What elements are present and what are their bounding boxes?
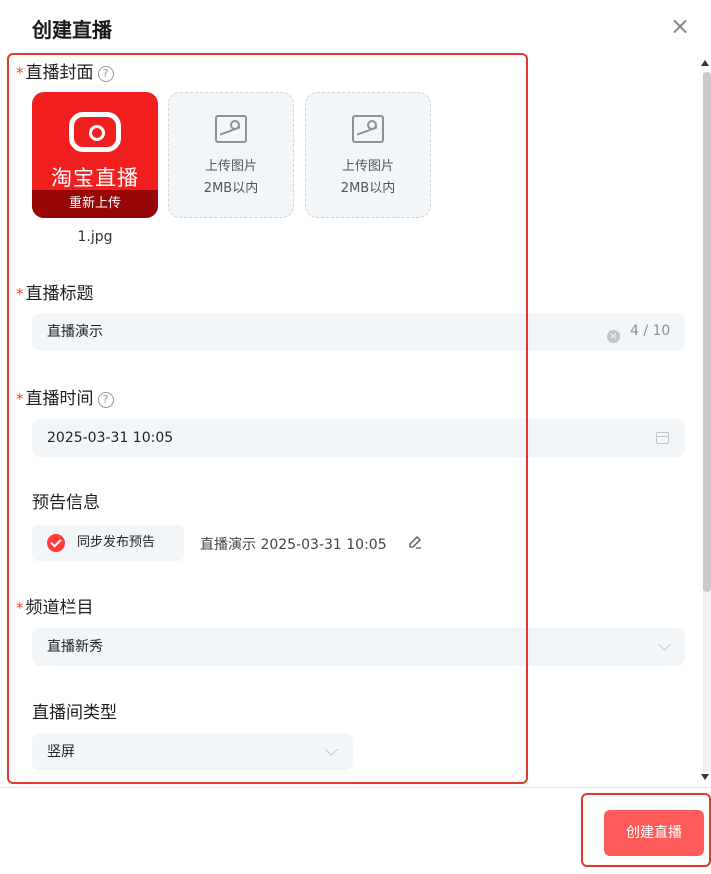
live-title-input[interactable]: 直播演示 [32,313,685,351]
cover-label-row: * 直播封面? [16,58,114,83]
preview-label: 预告信息 [32,493,100,513]
required-asterisk: * [16,64,24,82]
checkbox-checked-icon [47,534,65,552]
upload-slot-limit: 2MB以内 [340,181,396,196]
channel-label-row: * 频道栏目 [16,593,94,618]
live-time-label: 直播时间 [25,389,94,409]
upload-slot-2[interactable]: 上传图片 2MB以内 [305,92,431,218]
image-icon [215,115,247,143]
room-type-value: 竖屏 [47,744,75,760]
channel-label: 频道栏目 [25,598,94,618]
sync-preview-checkbox[interactable]: 同步发布预告 [32,525,184,561]
required-asterisk: * [16,599,24,617]
live-time-picker[interactable]: 2025-03-31 10:05 [32,419,685,457]
cover-image-text: 淘宝直播 [51,166,139,190]
calendar-icon[interactable] [656,432,669,444]
reupload-button[interactable]: 重新上传 [32,190,158,218]
help-icon[interactable]: ? [97,66,114,82]
scroll-up-arrow-icon[interactable] [701,60,709,66]
scroll-down-arrow-icon[interactable] [701,774,709,780]
cover-image[interactable]: 淘宝直播 重新上传 [32,92,158,218]
required-asterisk: * [16,285,24,303]
clear-icon[interactable]: × [607,325,620,344]
live-title-label-row: * 直播标题 [16,279,94,304]
channel-value: 直播新秀 [47,639,103,655]
room-type-label: 直播间类型 [32,703,117,723]
sync-preview-label: 同步发布预告 [77,535,156,550]
help-icon[interactable]: ? [97,392,114,408]
edit-pencil-icon[interactable] [408,535,422,549]
image-icon [352,115,384,143]
upload-slot-label: 上传图片 [204,159,257,174]
title-char-counter: 4 / 10 [630,323,671,339]
create-live-button[interactable]: 创建直播 [604,810,704,856]
close-icon[interactable]: × [668,14,692,38]
cover-filename: 1.jpg [77,229,113,245]
cover-label: 直播封面 [25,63,94,83]
room-type-select[interactable]: 竖屏 [32,733,353,771]
upload-slot-1[interactable]: 上传图片 2MB以内 [168,92,294,218]
live-time-value: 2025-03-31 10:05 [47,430,174,446]
dialog-title: 创建直播 [32,18,112,42]
upload-slot-limit: 2MB以内 [203,181,259,196]
footer-divider [0,787,711,788]
live-title-value: 直播演示 [47,324,103,340]
taobao-live-logo-icon [69,112,121,152]
required-asterisk: * [16,390,24,408]
scrollbar-thumb[interactable] [703,72,711,592]
channel-select[interactable]: 直播新秀 [32,628,685,666]
upload-slot-label: 上传图片 [341,159,394,174]
live-time-label-row: * 直播时间? [16,384,114,409]
live-title-label: 直播标题 [25,284,94,304]
preview-notice-text: 直播演示 2025-03-31 10:05 [200,537,387,553]
